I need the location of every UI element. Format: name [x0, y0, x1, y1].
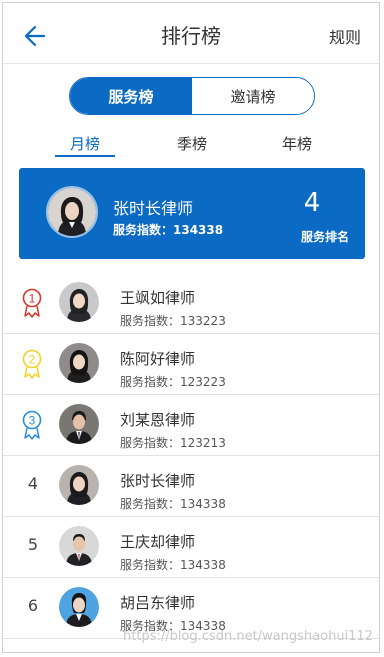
lawyer-name: 刘某恩律师: [120, 411, 196, 429]
lawyer-name: 王庆却律师: [120, 533, 196, 551]
avatar: [59, 282, 99, 322]
lawyer-name: 陈阿好律师: [120, 350, 196, 368]
my-avatar: [46, 186, 98, 238]
score-label: 服务指数：: [120, 314, 181, 328]
my-name: 张时长律师: [113, 199, 194, 218]
person-avatar-icon: [59, 587, 99, 627]
medal-first-icon: 1: [22, 288, 42, 318]
my-rank-number: 4: [303, 188, 321, 218]
my-score: 服务指数：134338: [113, 223, 224, 237]
medal-first-number: 1: [29, 292, 36, 306]
ranking-list: 1 王飒如律师 服务指数：133223 2 陈阿好律师 服务指数：123223 …: [3, 273, 379, 639]
score-label: 服务指数：: [120, 558, 181, 572]
medal-second-icon: 2: [22, 349, 42, 379]
rank-number: 6: [27, 596, 39, 615]
rules-link[interactable]: 规则: [329, 24, 361, 48]
list-item[interactable]: 5 王庆却律师 服务指数：134338: [3, 517, 379, 578]
avatar: [59, 343, 99, 383]
lawyer-score: 服务指数：134338: [120, 495, 226, 512]
list-item[interactable]: 4 张时长律师 服务指数：134338: [3, 456, 379, 517]
period-tabs: 月榜 季榜 年榜: [3, 133, 379, 159]
score-value: 134338: [180, 497, 226, 511]
avatar: [59, 526, 99, 566]
app-frame: 排行榜 规则 服务榜 邀请榜 月榜 季榜 年榜 张时长律师 服务指数：13433…: [2, 2, 380, 653]
score-value: 123213: [180, 436, 226, 450]
medal-second-number: 2: [29, 353, 36, 367]
person-avatar-icon: [59, 465, 99, 505]
lawyer-score: 服务指数：123213: [120, 434, 226, 451]
lawyer-score: 服务指数：134338: [120, 556, 226, 573]
avatar: [59, 587, 99, 627]
person-avatar-icon: [59, 526, 99, 566]
list-item[interactable]: 1 王飒如律师 服务指数：133223: [3, 273, 379, 334]
person-avatar-icon: [59, 282, 99, 322]
list-item[interactable]: 2 陈阿好律师 服务指数：123223: [3, 334, 379, 395]
rank-number: 5: [27, 535, 39, 554]
score-value: 134338: [180, 558, 226, 572]
page-title: 排行榜: [161, 24, 221, 48]
lawyer-name: 王飒如律师: [120, 289, 196, 307]
top-bar: 排行榜 规则: [3, 3, 379, 64]
service-board-tab[interactable]: 服务榜: [70, 78, 192, 114]
active-tab-underline: [55, 155, 115, 157]
person-avatar-icon: [48, 188, 96, 236]
list-item[interactable]: 3 刘某恩律师 服务指数：123213: [3, 395, 379, 456]
score-value: 133223: [180, 314, 226, 328]
avatar: [59, 404, 99, 444]
tab-quarterly[interactable]: 季榜: [162, 133, 222, 154]
person-avatar-icon: [59, 343, 99, 383]
person-avatar-icon: [59, 404, 99, 444]
medal-third-icon: 3: [22, 410, 42, 440]
lawyer-score: 服务指数：123223: [120, 373, 226, 390]
avatar: [59, 465, 99, 505]
lawyer-name: 胡吕东律师: [120, 594, 196, 612]
lawyer-score: 服务指数：133223: [120, 312, 226, 329]
score-value: 123223: [180, 375, 226, 389]
watermark-text: https://blog.csdn.net/wangshaohui112: [123, 629, 373, 644]
tab-monthly[interactable]: 月榜: [55, 133, 115, 157]
rank-number: 4: [27, 474, 39, 493]
my-rank-card[interactable]: 张时长律师 服务指数：134338 4 服务排名: [19, 168, 365, 259]
board-toggle: 服务榜 邀请榜: [69, 77, 315, 115]
tab-yearly[interactable]: 年榜: [267, 133, 327, 154]
medal-third-number: 3: [29, 414, 36, 428]
invite-board-tab[interactable]: 邀请榜: [192, 78, 314, 114]
my-rank-label: 服务排名: [300, 230, 349, 244]
lawyer-name: 张时长律师: [120, 472, 196, 490]
score-label: 服务指数：: [120, 436, 181, 450]
score-label: 服务指数：: [120, 497, 181, 511]
tab-monthly-label: 月榜: [69, 135, 100, 153]
score-label: 服务指数：: [120, 375, 181, 389]
